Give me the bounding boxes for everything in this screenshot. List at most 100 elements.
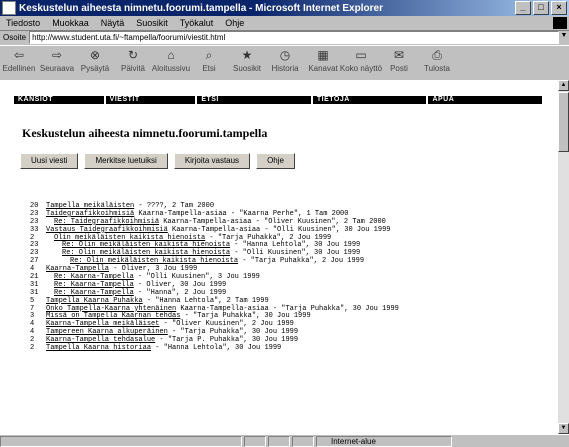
- back-arrow-icon: ⇦: [13, 48, 25, 62]
- maximize-button[interactable]: □: [533, 1, 549, 15]
- thread-row: 21 Re: Kaarna-Tampella - "Olli Kuusinen",…: [30, 273, 550, 281]
- thread-link[interactable]: Vastaus Taidegraafikkoihmisiä: [46, 226, 168, 234]
- favorites-label: Suosikit: [232, 64, 261, 73]
- mark-read-button[interactable]: Merkitse luetuiksi: [84, 153, 168, 169]
- scroll-down-icon[interactable]: ▼: [558, 423, 569, 434]
- thread-link[interactable]: Tampella meikäläisten: [46, 202, 134, 210]
- message-count: 4: [30, 328, 35, 337]
- address-label: Osoite: [3, 33, 27, 42]
- thread-link[interactable]: Missä on Tampella Kaarnan tehdas: [46, 312, 180, 320]
- message-count: 4: [30, 320, 35, 329]
- thread-list: 20 Tampella meikäläisten - ????, 2 Tam 20…: [30, 202, 550, 352]
- star-icon: ★: [241, 48, 253, 62]
- vertical-scrollbar[interactable]: ▲ ▼: [558, 80, 569, 434]
- thread-link[interactable]: Onko Tampella-Kaarna yhtenäinen: [46, 305, 176, 313]
- nav-help[interactable]: APUA: [428, 96, 542, 104]
- nav-info[interactable]: TIETOJA: [312, 96, 427, 104]
- help-button[interactable]: Ohje: [256, 153, 295, 169]
- thread-row: 3 Missä on Tampella Kaarnan tehdas - "Tar…: [30, 312, 550, 320]
- nav-messages[interactable]: VIESTIT: [105, 96, 196, 104]
- home-label: Aloitussivu: [151, 64, 191, 73]
- thread-meta: - "Hanna Lehtola", 30 Jou 1999: [151, 344, 282, 353]
- forward-arrow-icon: ⇨: [51, 48, 63, 62]
- thread-row: 23 Re: Olin meikäläisten kaikista hienois…: [30, 249, 550, 257]
- refresh-icon: ↻: [127, 48, 139, 62]
- message-count: 2: [30, 233, 35, 242]
- forward-button[interactable]: ⇨ Seuraava: [38, 46, 76, 73]
- menu-view[interactable]: Näytä: [95, 18, 131, 28]
- thread-meta: - ????, 2 Tam 2000: [134, 202, 215, 210]
- thread-link[interactable]: Kaarna-Tampella meikäläiset: [46, 320, 159, 328]
- menu-tools[interactable]: Työkalut: [174, 18, 220, 28]
- thread-link[interactable]: Tampella Kaarna Puhakka: [46, 297, 143, 305]
- thread-row: 2 Kaarna-Tampella tehdasalue - "Tarja P. …: [30, 336, 550, 344]
- thread-link[interactable]: Re: Olin meikäläisten kaikista hienoista: [70, 257, 238, 265]
- address-input[interactable]: http://www.student.uta.fi/~ftampella/foo…: [29, 31, 559, 44]
- message-count: 27: [30, 257, 39, 266]
- thread-row: 27 Re: Olin meikäläisten kaikista hienois…: [30, 257, 550, 265]
- reply-button[interactable]: Kirjoita vastaus: [173, 153, 251, 169]
- search-button[interactable]: ⌕ Etsi: [190, 46, 228, 73]
- thread-link[interactable]: Tampella Kaarna historiaa: [46, 344, 151, 352]
- history-label: Historia: [271, 64, 299, 73]
- refresh-button[interactable]: ↻ Päivitä: [114, 46, 152, 73]
- menu-favorites[interactable]: Suosikit: [130, 18, 174, 28]
- thread-link[interactable]: Taidegraafikkoihmisiä: [46, 210, 134, 218]
- minimize-button[interactable]: _: [515, 1, 531, 15]
- channels-button[interactable]: ▦ Kanavat: [304, 46, 342, 73]
- home-button[interactable]: ⌂ Aloitussivu: [152, 46, 190, 73]
- thread-link[interactable]: Kaarna-Tampella tehdasalue: [46, 336, 155, 344]
- stop-icon: ⊗: [89, 48, 101, 62]
- fullscreen-label: Koko näyttö: [339, 64, 383, 73]
- message-count: 33: [30, 225, 39, 234]
- scroll-up-icon[interactable]: ▲: [558, 80, 569, 91]
- thread-link[interactable]: Re: Kaarna-Tampella: [54, 289, 134, 297]
- thread-link[interactable]: Re: Olin meikäläisten kaikista hienoista: [62, 241, 230, 249]
- thread-link[interactable]: Olin meikäläisten kaikista hienoista: [54, 234, 205, 242]
- scroll-thumb[interactable]: [558, 92, 569, 152]
- print-button[interactable]: ⎙ Tulosta: [418, 46, 456, 73]
- thread-link[interactable]: Tampereen Kaarna alkuperäinen: [46, 328, 168, 336]
- search-label: Etsi: [202, 64, 216, 73]
- message-count: 5: [30, 296, 35, 305]
- thread-link[interactable]: Re: Kaarna-Tampella: [54, 281, 134, 289]
- thread-link[interactable]: Kaarna-Tampella: [46, 265, 109, 273]
- menu-file[interactable]: Tiedosto: [0, 18, 46, 28]
- windows-logo-icon: [553, 17, 567, 29]
- chevron-down-icon[interactable]: ▼: [559, 32, 569, 43]
- message-count: 23: [30, 209, 39, 218]
- new-message-button[interactable]: Uusi viesti: [20, 153, 79, 169]
- thread-meta: Kaarna-Tampella-asiaa - "Olli Kuusinen",…: [167, 225, 391, 234]
- favorites-button[interactable]: ★ Suosikit: [228, 46, 266, 73]
- menu-help[interactable]: Ohje: [219, 18, 250, 28]
- back-button[interactable]: ⇦ Edellinen: [0, 46, 38, 73]
- message-count: 2: [30, 336, 35, 345]
- nav-folders[interactable]: KANSIOT: [14, 96, 104, 104]
- status-cell: [292, 435, 314, 447]
- thread-link[interactable]: Re: Olin meikäläisten kaikista hienoista: [62, 249, 230, 257]
- thread-row: 23 Taidegraafikkoihmisiä Kaarna-Tampella-…: [30, 210, 550, 218]
- window-controls: _ □ ×: [515, 1, 567, 15]
- mail-button[interactable]: ✉ Posti: [380, 46, 418, 73]
- thread-link[interactable]: Re: Kaarna-Tampella: [54, 273, 134, 281]
- thread-meta: - "Tarja P. Puhakka", 30 Jou 1999: [155, 336, 299, 345]
- thread-meta: - "Hanna Lehtola", 30 Jou 1999: [230, 241, 361, 250]
- thread-meta: - Oliver, 3 Jou 1999: [109, 265, 198, 274]
- history-icon: ◷: [279, 48, 291, 62]
- thread-meta: - "Olli Kuusinen", 30 Jou 1999: [230, 249, 361, 258]
- fullscreen-button[interactable]: ▭ Koko näyttö: [339, 46, 383, 73]
- print-label: Tulosta: [424, 64, 450, 73]
- thread-meta: - "Olli Kuusinen", 3 Jou 1999: [133, 273, 260, 282]
- stop-button[interactable]: ⊗ Pysäytä: [76, 46, 114, 73]
- menu-edit[interactable]: Muokkaa: [46, 18, 95, 28]
- message-count: 23: [30, 241, 39, 250]
- message-count: 31: [30, 288, 39, 297]
- action-buttons: Uusi viesti Merkitse luetuiksi Kirjoita …: [20, 153, 295, 169]
- history-button[interactable]: ◷ Historia: [266, 46, 304, 73]
- nav-search[interactable]: ETSI: [197, 96, 311, 104]
- fullscreen-icon: ▭: [355, 48, 367, 62]
- thread-meta: Kaarna-Tampella-asiaa - "Kaarna Perhe", …: [134, 209, 349, 218]
- close-button[interactable]: ×: [551, 1, 567, 15]
- thread-link[interactable]: Re: Taidegraafikkoihmisiä: [54, 218, 159, 226]
- thread-meta: - "Oliver Kuusinen", 2 Jou 1999: [159, 320, 294, 329]
